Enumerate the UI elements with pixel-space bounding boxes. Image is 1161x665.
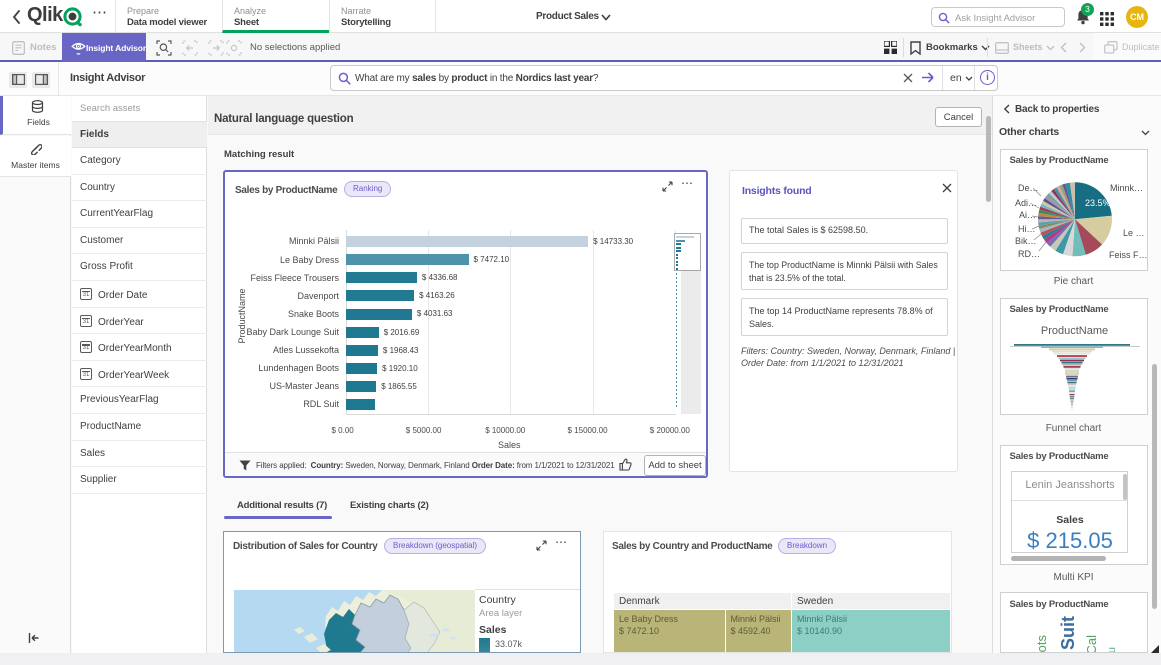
svg-text:RD…: RD…	[1018, 249, 1040, 259]
svg-text:23.5%: 23.5%	[1085, 198, 1111, 208]
svg-text:Adi…: Adi…	[1015, 198, 1037, 208]
svg-text:Hi…: Hi…	[1018, 224, 1036, 234]
svg-text:Bik…: Bik…	[1015, 236, 1037, 246]
svg-text:Ai…: Ai…	[1019, 210, 1036, 220]
svg-text:Feiss F…: Feiss F…	[1109, 250, 1148, 260]
svg-text:Minnk…: Minnk…	[1110, 183, 1143, 193]
svg-text:Le …: Le …	[1123, 228, 1145, 238]
svg-text:De…: De…	[1018, 183, 1039, 193]
